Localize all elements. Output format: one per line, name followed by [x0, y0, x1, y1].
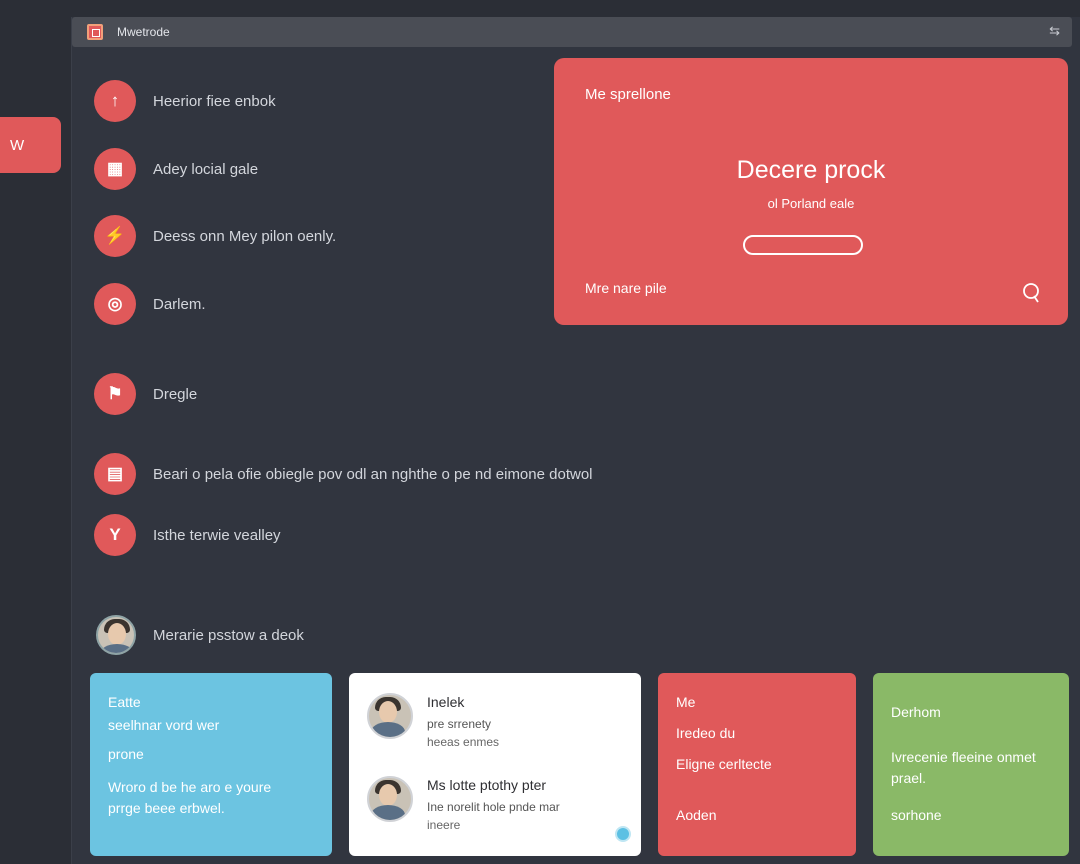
hero-top-label: Me sprellone — [585, 86, 671, 103]
main-window: Mwetrode ⇆ ↑ Heerior fiee enbok ▦ Adey l… — [71, 17, 1080, 864]
card-text: Eligne cerltecte — [676, 755, 772, 772]
target-icon: ◎ — [94, 283, 136, 325]
card-text: Ivrecenie fleeine onmet — [891, 748, 1036, 765]
app-icon — [87, 24, 103, 40]
hero-bottom-label: Mre nare pile — [585, 280, 667, 296]
hero-input[interactable] — [743, 235, 863, 255]
avatar — [96, 615, 136, 655]
feature-item[interactable]: Y Isthe terwie vealley — [94, 513, 281, 557]
feature-item[interactable]: ◎ Darlem. — [94, 282, 206, 326]
favorite-icon[interactable] — [615, 826, 631, 842]
feature-label: Darlem. — [153, 295, 206, 313]
info-card-blue[interactable]: Eatte seelhnar vord wer prone Wroro d be… — [90, 673, 332, 856]
side-tab[interactable]: W — [0, 117, 61, 173]
card-text: Iredeo du — [676, 724, 736, 741]
card-text: prael. — [891, 769, 927, 786]
feature-label: Adey locial gale — [153, 160, 259, 178]
title-bar: Mwetrode ⇆ — [72, 17, 1072, 47]
feature-item[interactable]: ▤ Beari o pela ofie obiegle pov odl an n… — [94, 452, 593, 496]
person-name: Ms lotte ptothy pter — [427, 777, 547, 794]
side-tab-label: W — [10, 136, 25, 154]
feature-item[interactable]: ↑ Heerior fiee enbok — [94, 79, 276, 123]
card-text: prone — [108, 745, 144, 762]
person-row[interactable]: Ms lotte ptothy pter Ine norelit hole pn… — [367, 776, 623, 833]
person-name: Inelek — [427, 694, 465, 710]
lightning-icon: ⚡ — [94, 215, 136, 257]
feature-label: Isthe terwie vealley — [153, 526, 281, 544]
person-detail: Ine norelit hole pnde mar — [427, 800, 560, 815]
resize-icon[interactable]: ⇆ — [1049, 23, 1060, 39]
card-text: Derhom — [891, 704, 941, 720]
person-detail: pre srrenety — [427, 716, 492, 731]
feature-label: Beari o pela ofie obiegle pov odl an ngh… — [153, 465, 593, 483]
card-text: seelhnar vord wer — [108, 716, 220, 733]
card-text: prrge beee erbwel. — [108, 799, 225, 816]
info-card-green[interactable]: Derhom Ivrecenie fleeine onmet prael. so… — [873, 673, 1069, 856]
profile-item[interactable]: Merarie psstow a deok — [96, 613, 304, 657]
feature-label: Deess onn Mey pilon oenly. — [153, 227, 337, 245]
window-title: Mwetrode — [117, 25, 170, 39]
feature-item[interactable]: ▦ Adey locial gale — [94, 147, 258, 191]
card-text: Me — [676, 694, 696, 710]
card-text: Eatte — [108, 694, 141, 710]
card-text: Aoden — [676, 806, 717, 823]
flag-icon: ⚑ — [94, 373, 136, 415]
feature-item[interactable]: ⚑ Dregle — [94, 372, 197, 416]
cocktail-icon: Y — [94, 514, 136, 556]
person-row[interactable]: Inelek pre srrenety heeas enmes — [367, 693, 623, 750]
card-text: sorhone — [891, 806, 942, 823]
hero-card: Me sprellone Decere prock ol Porland eal… — [554, 58, 1068, 325]
hero-title: Decere prock — [736, 156, 886, 184]
person-detail: ineere — [427, 818, 461, 833]
avatar — [367, 776, 413, 823]
grid-icon: ▦ — [94, 148, 136, 190]
search-icon[interactable] — [1022, 282, 1042, 304]
people-card: Inelek pre srrenety heeas enmes Ms lotte… — [349, 673, 641, 856]
profile-label: Merarie psstow a deok — [153, 626, 304, 644]
info-card-red[interactable]: Me Iredeo du Eligne cerltecte Aoden — [658, 673, 856, 856]
card-text: Wroro d be he aro e youre — [108, 778, 272, 795]
person-detail: heeas enmes — [427, 735, 500, 750]
feature-item[interactable]: ⚡ Deess onn Mey pilon oenly. — [94, 214, 336, 258]
avatar — [367, 693, 413, 739]
feature-label: Heerior fiee enbok — [153, 92, 276, 110]
pin-icon: ↑ — [94, 80, 136, 122]
document-icon: ▤ — [94, 453, 136, 495]
hero-subtitle: ol Porland eale — [767, 196, 855, 211]
feature-label: Dregle — [153, 385, 198, 403]
